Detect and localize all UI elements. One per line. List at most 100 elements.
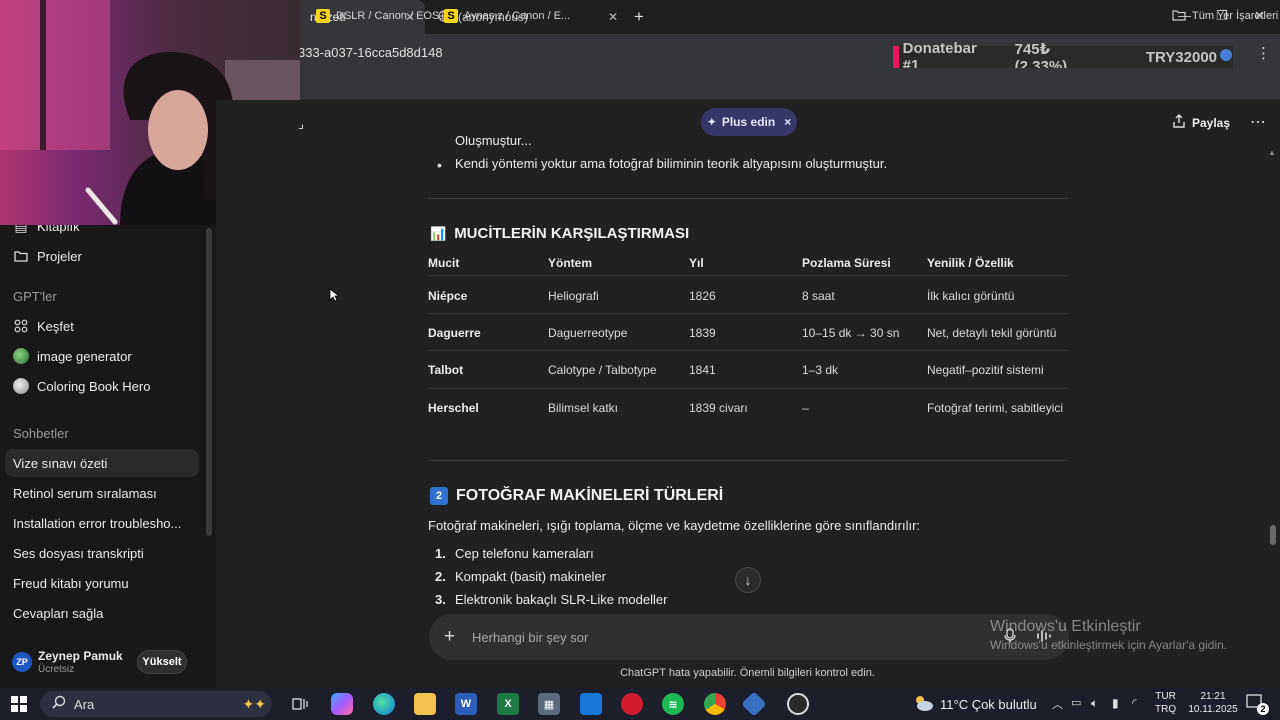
browser-menu-icon[interactable]: ⋮ [1256, 44, 1271, 62]
partial-bullet: Oluşmuştur... [455, 136, 532, 148]
list-item: Elektronik bakaçlı SLR-Like modeller [455, 592, 668, 607]
chat-item-label: Vize sınavı özeti [13, 455, 108, 471]
more-options-button[interactable]: ⋯ [1250, 112, 1266, 132]
get-plus-label: Plus edin [721, 115, 776, 129]
chat-item[interactable]: Cevapları sağla [0, 599, 200, 627]
composer-placeholder[interactable]: Herhangi bir şey sor [472, 630, 588, 645]
sidebar-item-image-generator[interactable]: image generator [0, 342, 200, 370]
opera-icon[interactable] [621, 693, 643, 715]
main-scrollbar[interactable] [1270, 525, 1276, 545]
store-icon[interactable] [580, 693, 602, 715]
divider [428, 198, 1068, 199]
chats-header: Sohbetler [13, 426, 69, 441]
activation-title: Windows'u Etkinleştir [990, 618, 1141, 635]
table-header: Mucit [428, 256, 460, 270]
new-tab-button[interactable]: + [634, 7, 644, 27]
partial-text: Oluşmuştur... [455, 136, 532, 148]
table-header: Pozlama Süresi [802, 256, 891, 270]
list-number: 2. [435, 569, 446, 584]
copilot-icon[interactable] [331, 693, 353, 715]
language-indicator[interactable]: TUR TRQ [1155, 690, 1176, 716]
table-cell: 1826 [689, 289, 716, 303]
bookmark-label: DSLR / Canon / EOS... [336, 10, 449, 22]
section-heading: 2 FOTOĞRAF MAKİNELERİ TÜRLERİ [430, 487, 723, 505]
weather-text[interactable]: 11°C Çok bulutlu [940, 697, 1037, 712]
url-text[interactable]: 333-a037-16cca5d8d148 [298, 45, 443, 60]
sidebar-scrollbar[interactable] [206, 228, 212, 536]
bullet-dot: • [437, 157, 442, 173]
clock-time: 21:21 [1200, 691, 1226, 702]
bookmark-item[interactable]: S DSLR / Canon / EOS... [316, 6, 449, 26]
share-label: Paylaş [1192, 115, 1231, 130]
weather-icon [912, 694, 934, 717]
sparkle-icon: ✦ [706, 115, 717, 129]
chat-item[interactable]: Retinol serum sıralaması [0, 479, 200, 507]
user-name[interactable]: Zeynep Pamuk [38, 649, 123, 663]
sidebar-item-label: image generator [37, 348, 132, 364]
tray-chevron-icon[interactable]: ︿ [1052, 696, 1063, 712]
spotify-icon[interactable]: ≋ [662, 693, 684, 715]
scroll-up-arrow-icon[interactable]: ▲ [1268, 148, 1276, 157]
table-cell: 1839 civarı [689, 401, 748, 415]
table-header: Yöntem [548, 256, 593, 270]
folder-icon [1172, 9, 1186, 24]
get-plus-button[interactable]: ✦ Plus edin × [701, 108, 797, 136]
clock[interactable]: 21:21 10.11.2025 [1186, 690, 1240, 716]
table-header: Yıl [689, 256, 704, 270]
file-explorer-icon[interactable] [414, 693, 436, 715]
chat-item[interactable]: Vize sınavı özeti [5, 449, 199, 477]
excel-icon[interactable]: X [497, 693, 519, 715]
bookmark-label: Aynasız / Canon / E... [464, 10, 571, 22]
scroll-down-button[interactable]: ↓ [735, 567, 761, 593]
language-bottom: TRQ [1155, 704, 1177, 715]
battery-icon[interactable]: ▭ [1071, 696, 1081, 709]
grid-icon [13, 318, 29, 334]
chat-item-label: Cevapları sağla [13, 605, 104, 621]
sidebar-item-projects[interactable]: Projeler [0, 242, 200, 270]
share-icon [1172, 114, 1186, 131]
section-title: FOTOĞRAF MAKİNELERİ TÜRLERİ [456, 487, 724, 504]
task-view-icon[interactable] [289, 693, 311, 715]
bookmark-item[interactable]: S Aynasız / Canon / E... [444, 6, 570, 26]
attach-plus-button[interactable]: + [444, 626, 455, 648]
gpt-avatar [13, 348, 29, 364]
share-button[interactable]: Paylaş [1172, 114, 1230, 131]
volume-icon[interactable]: 🔈︎ [1091, 696, 1098, 711]
mic-tray-icon[interactable]: ▮ [1112, 696, 1119, 710]
chat-item-label: Freud kitabı yorumu [13, 575, 129, 591]
taskbar-search[interactable]: Ara ✦✦ [40, 691, 272, 717]
sidebar-item-label: Keşfet [37, 318, 74, 334]
chat-item[interactable]: Installation error troublesho... [0, 509, 200, 537]
all-bookmarks-label: Tüm Yer İşaretleri [1192, 10, 1279, 22]
globe-badge-icon [1219, 48, 1233, 66]
chat-item[interactable]: Freud kitabı yorumu [0, 569, 200, 597]
sidebar-item-label: Projeler [37, 248, 82, 264]
close-plus-icon[interactable]: × [784, 115, 791, 129]
all-bookmarks[interactable]: Tüm Yer İşaretleri [1172, 6, 1278, 26]
sidebar-item-coloring-book-hero[interactable]: Coloring Book Hero [0, 372, 200, 400]
donate-goal: TRY32000 [1145, 48, 1217, 66]
table-cell: Bilimsel katkı [548, 401, 619, 415]
chat-item-label: Installation error troublesho... [13, 515, 182, 531]
chat-item[interactable]: Ses dosyası transkripti [0, 539, 200, 567]
word-icon[interactable]: W [455, 693, 477, 715]
section-intro: Fotoğraf makineleri, ışığı toplama, ölçm… [428, 518, 921, 533]
calculator-icon[interactable]: ▦ [538, 693, 560, 715]
clock-date: 10.11.2025 [1188, 704, 1238, 715]
network-icon[interactable]: ◜ [1132, 696, 1137, 710]
table-divider [428, 350, 1068, 351]
mouse-cursor-icon [329, 288, 341, 307]
chat-item-label: Ses dosyası transkripti [13, 545, 144, 561]
obs-icon[interactable] [787, 693, 809, 715]
close-tab-icon[interactable]: ✕ [608, 10, 618, 24]
table-cell: Niépce [428, 289, 468, 303]
gpts-header: GPT'ler [13, 289, 57, 304]
search-label: Ara [74, 696, 95, 712]
chrome-icon[interactable] [704, 693, 726, 715]
folder-icon [13, 248, 29, 264]
sidebar-item-explore[interactable]: Keşfet [0, 312, 200, 340]
windows-start-icon[interactable] [11, 696, 27, 717]
sidebar-toggle-icon[interactable]: ⌟ [298, 116, 304, 132]
table-cell: Calotype / Talbotype [548, 363, 657, 377]
edge-icon[interactable] [373, 693, 395, 715]
